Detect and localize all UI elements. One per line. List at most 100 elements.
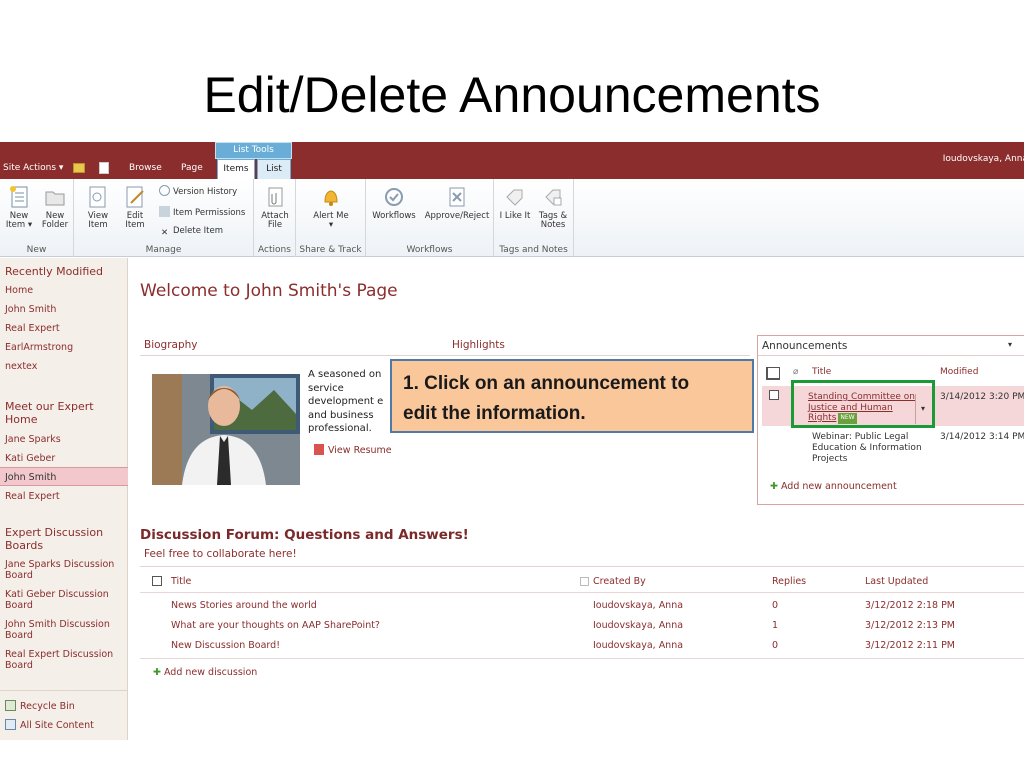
add-new-discussion-label: Add new discussion — [163, 667, 258, 678]
nav-item[interactable]: John Smith Discussion Board — [5, 619, 123, 641]
new-folder-button[interactable]: New Folder — [36, 185, 74, 230]
discussion-replies: 1 — [772, 620, 779, 631]
nav-item[interactable]: Real Expert Discussion Board — [5, 649, 123, 671]
nav-divider — [0, 690, 128, 691]
tab-browse[interactable]: Browse — [129, 163, 162, 173]
profile-photo — [152, 374, 300, 485]
workflows-icon — [385, 188, 403, 206]
item-permissions-button[interactable]: Item Permissions — [159, 206, 245, 218]
biography-text: A seasoned on service development e and … — [308, 368, 394, 436]
row-checkbox[interactable] — [769, 390, 779, 400]
group-label-actions: Actions — [258, 245, 291, 255]
add-new-discussion-link[interactable]: ✚ Add new discussion — [153, 667, 257, 678]
top-bar: Site Actions ▾ Browse Page List Tools It… — [0, 142, 1024, 179]
view-resume-link[interactable]: View Resume — [314, 444, 392, 456]
edit-item-button[interactable]: Edit Item — [116, 185, 154, 230]
delete-item-button[interactable]: ✕ Delete Item — [159, 226, 223, 239]
workflows-button[interactable]: Workflows — [372, 185, 416, 221]
nav-item[interactable]: Real Expert — [5, 323, 60, 334]
ribbon-group-workflows: Workflows Approve/Reject Workflows — [366, 179, 494, 257]
discussion-last-updated: 3/12/2012 2:13 PM — [865, 620, 956, 631]
tab-items[interactable]: Items — [217, 159, 255, 179]
discussion-last-updated: 3/12/2012 2:18 PM — [865, 600, 956, 611]
webpart-menu-icon[interactable]: ▾ — [1008, 340, 1012, 349]
callout-line-1: 1. Click on an announcement to — [403, 373, 690, 394]
view-resume-label: View Resume — [328, 445, 392, 456]
nav-item[interactable]: Jane Sparks Discussion Board — [5, 559, 123, 581]
approve-reject-button[interactable]: Approve/Reject — [424, 185, 490, 221]
column-header-title[interactable]: Title — [812, 367, 831, 377]
discussion-title-link[interactable]: News Stories around the world — [171, 600, 317, 611]
all-site-content-link[interactable]: All Site Content — [5, 719, 94, 731]
user-menu[interactable]: Ioudovskaya, Anna — [943, 154, 1024, 164]
nav-item[interactable]: Kati Geber Discussion Board — [5, 589, 123, 611]
nav-item[interactable]: John Smith — [5, 304, 56, 315]
tags-notes-icon — [545, 189, 562, 206]
tags-notes-label: Tags & Notes — [538, 211, 568, 230]
like-icon — [506, 189, 523, 206]
announcement-link-webinar[interactable]: Webinar: Public Legal Education & Inform… — [812, 432, 922, 465]
ribbon-group-manage: View Item Edit Item Version History Item… — [74, 179, 254, 257]
view-item-icon — [89, 186, 106, 208]
nav-item[interactable]: Kati Geber — [5, 453, 55, 464]
nav-heading-expert-discussion[interactable]: Expert Discussion Boards — [5, 526, 115, 552]
discussion-select-all-checkbox[interactable] — [152, 576, 162, 586]
bell-icon — [324, 190, 338, 206]
folder-icon[interactable] — [73, 163, 85, 173]
discussion-created-by[interactable]: Ioudovskaya, Anna — [593, 640, 683, 651]
view-item-button[interactable]: View Item — [79, 185, 117, 230]
tab-list[interactable]: List — [257, 159, 291, 179]
new-item-button[interactable]: New Item ▾ — [0, 185, 38, 230]
highlight-box — [791, 380, 935, 428]
tags-notes-button[interactable]: Tags & Notes — [534, 185, 572, 230]
nav-item-selected[interactable]: John Smith — [5, 472, 56, 483]
ribbon-group-actions: Attach File Actions — [254, 179, 296, 257]
add-new-announcement-label: Add new announcement — [780, 481, 897, 492]
discussion-title-link[interactable]: New Discussion Board! — [171, 640, 280, 651]
discussion-replies: 0 — [772, 640, 779, 651]
site-actions-menu[interactable]: Site Actions ▾ — [3, 163, 63, 173]
bio-line: development e — [308, 396, 384, 407]
callout-line-2: edit the information. — [403, 403, 586, 424]
recycle-bin-link[interactable]: Recycle Bin — [5, 700, 75, 712]
announcements-header: Announcements ▾ — [758, 336, 1024, 356]
nav-heading-recently-modified[interactable]: Recently Modified — [5, 265, 103, 278]
alert-me-button[interactable]: Alert Me ▾ — [312, 185, 350, 230]
add-new-announcement-link[interactable]: ✚ Add new announcement — [770, 481, 897, 492]
discussion-title-link[interactable]: What are your thoughts on AAP SharePoint… — [171, 620, 380, 631]
select-all-checkbox[interactable] — [766, 367, 780, 380]
ribbon-group-new: New Item ▾ New Folder New — [0, 179, 74, 257]
announcement-modified: 3/14/2012 3:14 PM — [940, 432, 1024, 442]
column-header-title[interactable]: Title — [171, 576, 191, 587]
column-header-created-by[interactable]: Created By — [593, 576, 646, 587]
site-content-icon — [5, 719, 16, 730]
edit-page-icon[interactable] — [99, 162, 109, 174]
new-item-icon — [10, 186, 28, 208]
webpart-divider — [140, 355, 750, 356]
i-like-it-button[interactable]: I Like It — [496, 185, 534, 221]
column-header-replies[interactable]: Replies — [772, 576, 806, 587]
tab-page[interactable]: Page — [181, 163, 203, 173]
new-item-label: New Item ▾ — [5, 211, 33, 230]
attach-file-label: Attach File — [261, 211, 289, 230]
announcements-title[interactable]: Announcements — [762, 340, 847, 352]
biography-heading: Biography — [144, 339, 198, 351]
column-header-modified[interactable]: Modified — [940, 367, 978, 377]
column-header-last-updated[interactable]: Last Updated — [865, 576, 928, 587]
nav-item[interactable]: EarlArmstrong — [5, 342, 73, 353]
version-history-button[interactable]: Version History — [159, 185, 237, 197]
recycle-bin-label: Recycle Bin — [20, 701, 75, 712]
discussion-created-by[interactable]: Ioudovskaya, Anna — [593, 620, 683, 631]
new-folder-label: New Folder — [41, 211, 69, 230]
discussion-created-by[interactable]: Ioudovskaya, Anna — [593, 600, 683, 611]
nav-item[interactable]: Real Expert — [5, 491, 60, 502]
ribbon: New Item ▾ New Folder New View Item Edit… — [0, 179, 1024, 257]
bio-line: A seasoned on — [308, 369, 382, 380]
nav-heading-meet-expert[interactable]: Meet our Expert Home — [5, 400, 115, 426]
nav-item[interactable]: nextex — [5, 361, 37, 372]
nav-item[interactable]: Home — [5, 285, 33, 296]
attach-file-button[interactable]: Attach File — [256, 185, 294, 230]
discussion-replies: 0 — [772, 600, 779, 611]
recycle-bin-icon — [5, 700, 16, 711]
nav-item[interactable]: Jane Sparks — [5, 434, 61, 445]
